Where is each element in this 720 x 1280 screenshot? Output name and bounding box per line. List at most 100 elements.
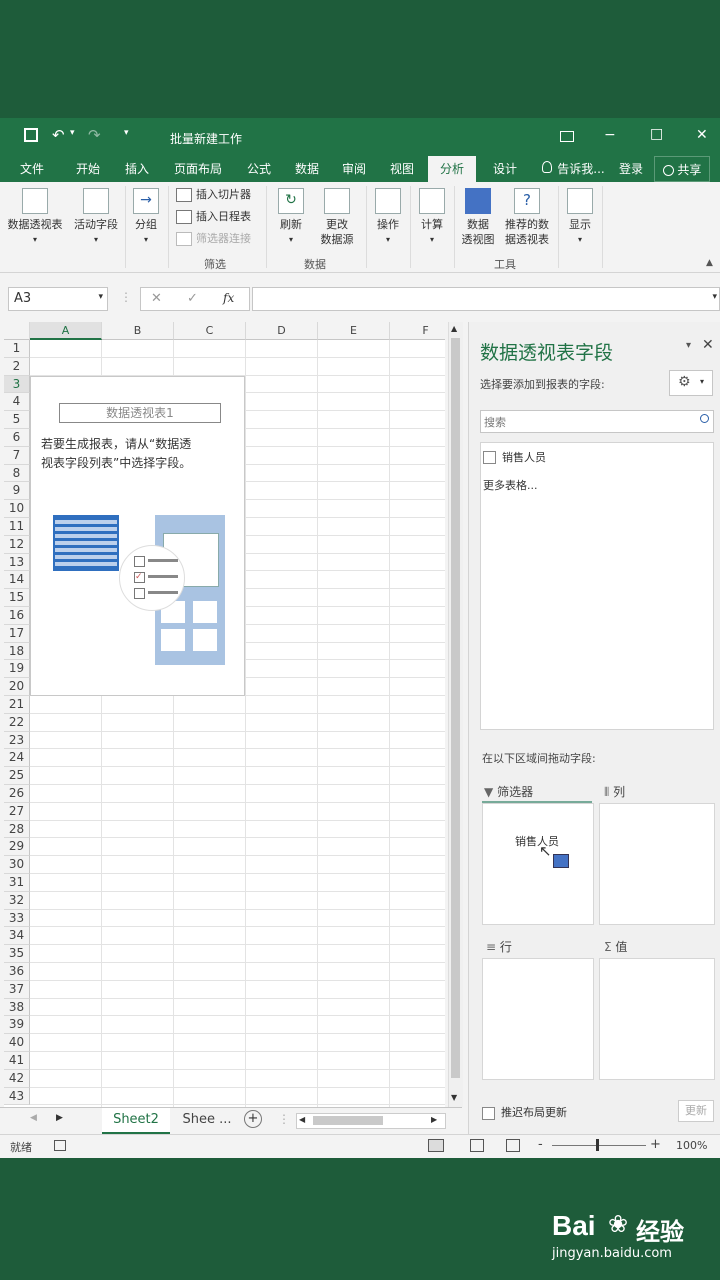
row-header[interactable]: 21	[4, 696, 30, 714]
zoom-in-button[interactable]: +	[650, 1137, 661, 1152]
row-header[interactable]: 35	[4, 945, 30, 963]
actions-button[interactable]: 操作 ▾	[370, 188, 406, 247]
close-pane-icon[interactable]: ✕	[702, 337, 714, 353]
ribbon-display-options-icon[interactable]	[560, 131, 574, 142]
refresh-button[interactable]: ↻ 刷新 ▾	[272, 188, 310, 247]
minimize-button[interactable]: −	[604, 127, 616, 143]
macro-record-icon[interactable]	[54, 1140, 66, 1151]
values-drop-area[interactable]	[599, 958, 715, 1080]
row-header[interactable]: 26	[4, 785, 30, 803]
filters-area-item[interactable]: 销售人员	[515, 833, 559, 849]
group-button[interactable]: → 分组 ▾	[128, 188, 164, 247]
filters-drop-area[interactable]: 销售人员 ↖	[482, 803, 594, 925]
scroll-tabs-right-icon[interactable]: ▶	[56, 1113, 63, 1123]
row-header[interactable]: 11	[4, 518, 30, 536]
pane-options-icon[interactable]: ▾	[686, 340, 691, 351]
field-item[interactable]: 销售人员	[483, 449, 546, 465]
tell-me-search[interactable]: 告诉我...	[556, 156, 606, 182]
row-header[interactable]: 3	[4, 375, 30, 394]
insert-slicer-button[interactable]: 插入切片器	[176, 186, 251, 204]
row-header[interactable]: 19	[4, 660, 30, 679]
zoom-out-button[interactable]: -	[538, 1137, 543, 1152]
field-checkbox[interactable]	[483, 451, 496, 464]
add-sheet-button[interactable]: +	[244, 1110, 262, 1128]
column-header[interactable]: E	[318, 322, 390, 340]
rows-drop-area[interactable]	[482, 958, 594, 1080]
save-icon[interactable]	[24, 128, 38, 142]
row-header[interactable]: 4	[4, 393, 30, 412]
pane-settings-button[interactable]: ⚙ ▾	[669, 370, 713, 396]
tab-page-layout[interactable]: 页面布局	[166, 156, 230, 182]
share-button[interactable]: 共享	[654, 156, 710, 182]
tab-analyze[interactable]: 分析	[428, 156, 476, 182]
tab-home[interactable]: 开始	[64, 156, 112, 182]
scroll-left-icon[interactable]: ◀	[299, 1115, 305, 1124]
h-scroll-thumb[interactable]	[313, 1116, 383, 1125]
row-header[interactable]: 24	[4, 749, 30, 768]
row-header[interactable]: 17	[4, 624, 30, 643]
expand-formula-icon[interactable]: ▾	[712, 292, 717, 302]
row-header[interactable]: 14	[4, 571, 30, 590]
zoom-slider[interactable]	[552, 1145, 646, 1146]
close-button[interactable]: ✕	[696, 127, 708, 143]
sign-in-link[interactable]: 登录	[614, 156, 648, 182]
insert-function-icon[interactable]: fx	[223, 291, 234, 305]
select-all-corner[interactable]	[4, 322, 30, 340]
row-header[interactable]: 27	[4, 802, 30, 821]
update-button[interactable]: 更新	[678, 1100, 714, 1122]
row-header[interactable]: 40	[4, 1034, 30, 1052]
tab-formulas[interactable]: 公式	[238, 156, 280, 182]
cancel-entry-icon[interactable]: ✕	[151, 291, 162, 306]
column-header[interactable]: C	[174, 322, 246, 340]
defer-update-checkbox[interactable]	[482, 1106, 495, 1120]
change-data-source-button[interactable]: 更改 数据源	[312, 188, 362, 247]
scroll-right-icon[interactable]: ▶	[431, 1115, 437, 1124]
row-header[interactable]: 10	[4, 500, 30, 518]
column-header[interactable]: B	[102, 322, 174, 340]
row-header[interactable]: 36	[4, 963, 30, 981]
row-header[interactable]: 33	[4, 909, 30, 928]
formula-input[interactable]: ▾	[252, 287, 720, 311]
horizontal-scrollbar[interactable]: ◀ ▶	[296, 1113, 446, 1129]
tabs-splitter-icon[interactable]: ⋮	[278, 1112, 290, 1126]
chevron-down-icon[interactable]: ▾	[98, 292, 103, 302]
tab-data[interactable]: 数据	[288, 156, 326, 182]
scroll-thumb[interactable]	[451, 338, 460, 1078]
vertical-scrollbar[interactable]: ▲ ▼	[448, 322, 463, 1107]
tab-review[interactable]: 审阅	[334, 156, 374, 182]
more-tables-link[interactable]: 更多表格...	[483, 477, 538, 493]
row-header[interactable]: 2	[4, 357, 30, 376]
collapse-ribbon-icon[interactable]: ▲	[706, 258, 713, 268]
undo-dropdown-icon[interactable]: ▾	[70, 128, 75, 138]
active-field-button[interactable]: 活动字段 ▾	[70, 188, 122, 247]
undo-icon[interactable]: ↶	[52, 126, 65, 144]
row-header[interactable]: 16	[4, 607, 30, 625]
zoom-slider-thumb[interactable]	[596, 1139, 599, 1151]
row-header[interactable]: 23	[4, 731, 30, 750]
column-header[interactable]: F	[390, 322, 445, 340]
column-header[interactable]: D	[246, 322, 318, 340]
pivot-chart-button[interactable]: 数据 透视图	[458, 188, 498, 247]
columns-drop-area[interactable]	[599, 803, 715, 925]
row-header[interactable]: 8	[4, 464, 30, 483]
row-header[interactable]: 43	[4, 1087, 30, 1106]
row-header[interactable]: 6	[4, 429, 30, 447]
tab-view[interactable]: 视图	[382, 156, 422, 182]
scroll-tabs-left-icon[interactable]: ◀	[30, 1113, 37, 1123]
row-header[interactable]: 32	[4, 891, 30, 910]
row-header[interactable]: 31	[4, 874, 30, 892]
sheet-tab-other[interactable]: Shee ...	[176, 1108, 238, 1132]
normal-view-icon[interactable]	[428, 1139, 444, 1152]
page-layout-view-icon[interactable]	[470, 1139, 484, 1152]
row-header[interactable]: 20	[4, 678, 30, 696]
column-header[interactable]: A	[30, 322, 102, 340]
redo-icon[interactable]: ↷	[88, 126, 101, 144]
enter-entry-icon[interactable]: ✓	[187, 291, 198, 306]
sheet-tab-active[interactable]: Sheet2	[102, 1108, 170, 1134]
pivot-table-button[interactable]: 数据透视表 ▾	[4, 188, 66, 247]
row-header[interactable]: 29	[4, 838, 30, 857]
row-header[interactable]: 25	[4, 767, 30, 785]
row-header[interactable]: 5	[4, 411, 30, 429]
row-header[interactable]: 12	[4, 535, 30, 554]
row-header[interactable]: 15	[4, 589, 30, 607]
